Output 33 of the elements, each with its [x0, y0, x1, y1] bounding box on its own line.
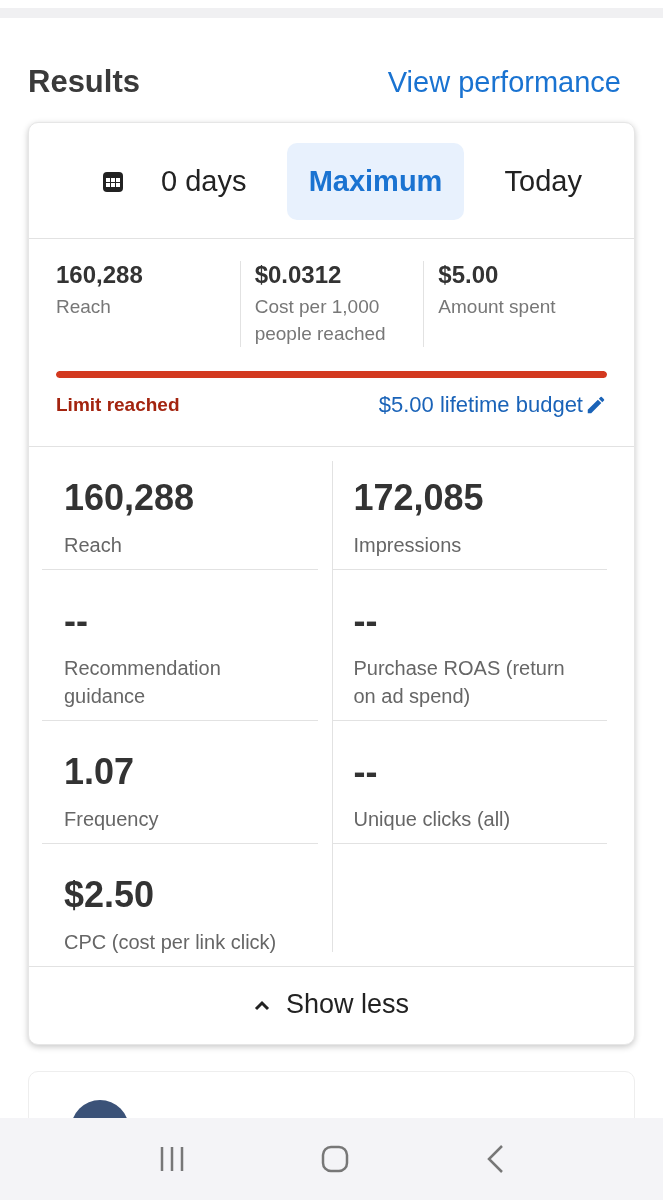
- metric-label: Reach: [64, 533, 123, 558]
- metric-value: 172,085: [353, 477, 485, 520]
- view-performance-link[interactable]: View performance: [387, 65, 621, 99]
- show-less-button[interactable]: Show less: [29, 966, 634, 1044]
- back-icon[interactable]: [485, 1144, 506, 1174]
- summary-value: $5.00: [438, 261, 500, 289]
- date-range-tab[interactable]: Today: [482, 143, 604, 220]
- metric-value: $2.50: [64, 874, 156, 917]
- metric-value: 1.07: [64, 751, 136, 794]
- metric-label: CPC (cost per link click): [64, 930, 278, 955]
- home-icon[interactable]: [321, 1145, 350, 1173]
- limit-status: Limit reached: [56, 394, 180, 416]
- section-title: Results: [28, 64, 140, 100]
- calendar-icon: [101, 169, 125, 194]
- lifetime-budget-link[interactable]: $5.00 lifetime budget: [378, 392, 607, 418]
- metric-value: --: [353, 751, 379, 794]
- summary-value: 160,288: [56, 261, 144, 289]
- summary-label: Cost per 1,000 people reached: [254, 295, 387, 346]
- summary-label: Amount spent: [438, 295, 557, 319]
- metric-value: 160,288: [64, 477, 196, 520]
- metric-label: Recommendation guidance: [64, 656, 222, 709]
- metric-value: --: [64, 600, 89, 643]
- date-range-tab[interactable]: Maximum: [286, 143, 465, 220]
- summary-label: Reach: [56, 295, 112, 319]
- pencil-icon: [585, 394, 607, 416]
- metric-label: Purchase ROAS (return on ad spend): [353, 656, 566, 709]
- summary-value: $0.0312: [254, 261, 343, 289]
- date-range-tab[interactable]: 0 days: [79, 143, 269, 220]
- metric-value: --: [353, 600, 379, 643]
- metric-label: Impressions: [353, 533, 463, 558]
- chevron-up-icon: [253, 998, 270, 1011]
- metric-label: Frequency: [64, 807, 160, 832]
- metric-label: Unique clicks (all): [353, 807, 512, 832]
